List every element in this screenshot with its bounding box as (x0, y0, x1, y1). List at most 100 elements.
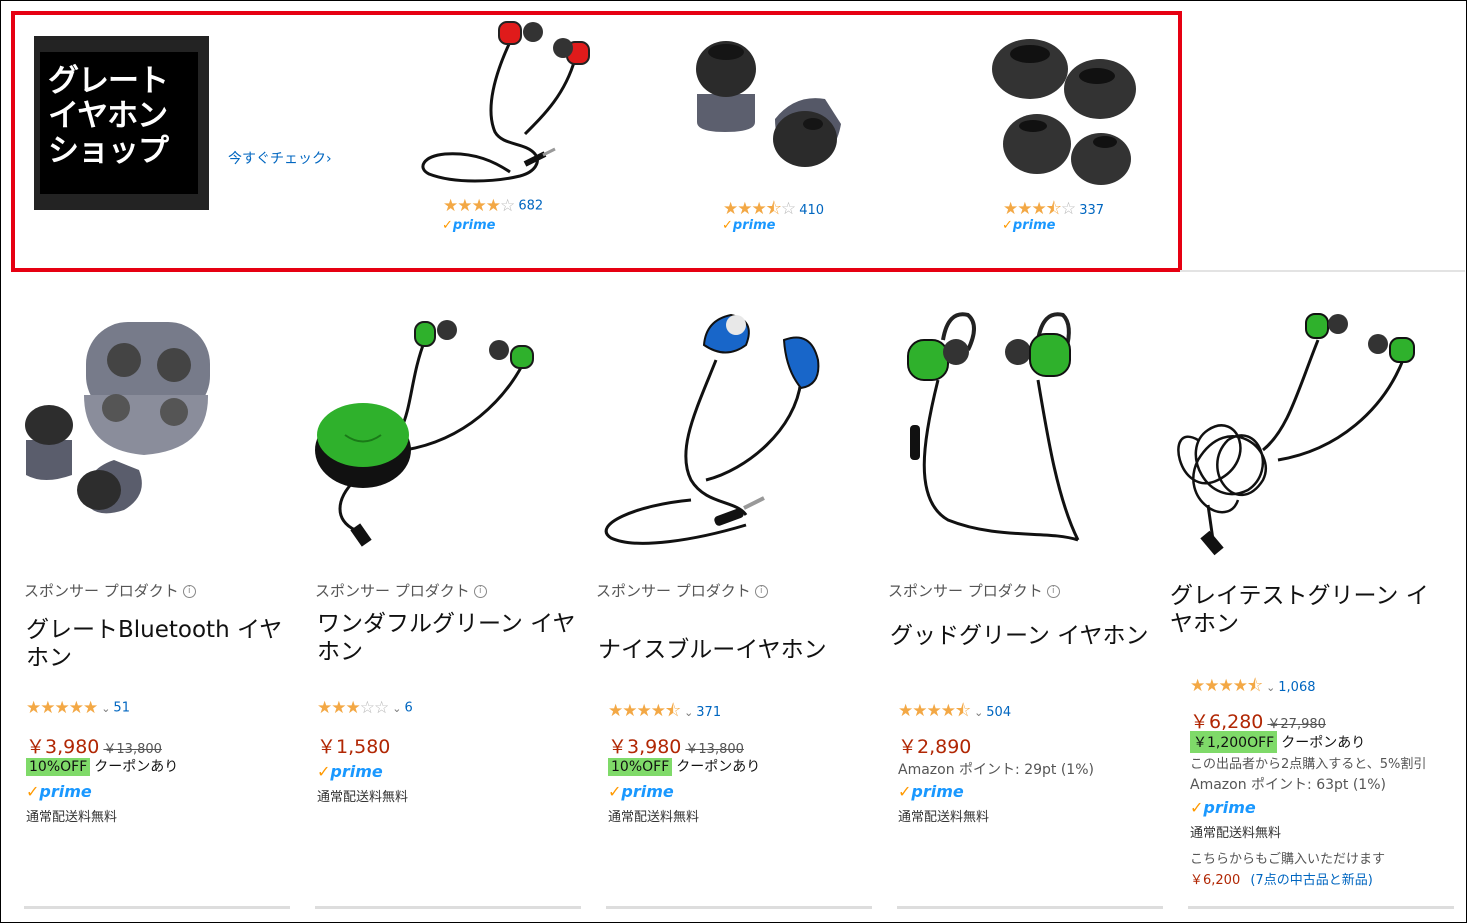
card-separator (1188, 906, 1454, 909)
earbud-tips-gray-image[interactable] (695, 14, 895, 189)
shipping-text: 通常配送料無料 (1190, 826, 1282, 841)
check-now-link[interactable]: 今すぐチェック› (228, 148, 332, 168)
coupon-text: クーポンあり (94, 759, 179, 775)
prime-badge: ✓prime (26, 782, 92, 801)
card-separator (315, 906, 581, 909)
amazon-points: Amazon ポイント: 29pt (1%) (898, 762, 1094, 778)
brand-logo[interactable]: グレート イヤホン ショップ (34, 36, 209, 210)
review-count[interactable]: 51 (113, 701, 130, 716)
chevron-down-icon[interactable]: ⌄ (684, 706, 693, 719)
product-card-1[interactable]: スポンサー プロダクト i グレートBluetooth イヤホン ★★★★★ ⌄ 51… (24, 300, 304, 900)
sponsored-label: スポンサー プロダクト i (596, 580, 768, 601)
product-card-3[interactable]: スポンサー プロダクト i ナイスブルーイヤホン ★★★★⯪ ⌄ 371 ￥3,980… (596, 300, 876, 900)
product-card-2[interactable]: スポンサー プロダクト i ワンダフルグリーン イヤホン ★★★☆☆ ⌄ 6 ￥1,5… (315, 300, 595, 900)
product-rating[interactable]: ★★★☆☆ ⌄ 6 (317, 698, 413, 718)
brand-logo-box: グレート イヤホン ショップ (40, 52, 198, 194)
prime-check-icon: ✓ (26, 782, 40, 801)
price-row[interactable]: ￥3,980 ￥13,800 (26, 732, 162, 759)
price-row[interactable]: ￥3,980 ￥13,800 (608, 732, 744, 759)
coupon-row[interactable]: 10%OFF クーポンあり (608, 756, 760, 776)
product-card-4[interactable]: スポンサー プロダクト i グッドグリーン イヤホン ★★★★⯪ ⌄ 504 ￥2,8… (888, 300, 1168, 900)
amazon-points: Amazon ポイント: 63pt (1%) (1190, 777, 1386, 793)
sponsored-label: スポンサー プロダクト i (888, 580, 1060, 601)
brand-logo-text: グレート イヤホン ショップ (48, 64, 198, 169)
product-card-5[interactable]: グレイテストグリーン イヤホン ★★★★⯪ ⌄ 1,068 ￥6,280 ￥27,98… (1168, 300, 1458, 900)
info-icon[interactable]: i (473, 585, 487, 598)
earbuds-case-image[interactable] (24, 300, 294, 560)
product-rating[interactable]: ★★★★⯪ ⌄ 371 (608, 698, 721, 727)
coupon-row[interactable]: ￥1,200OFF クーポンあり (1190, 731, 1365, 753)
multi-buy-discount: この出品者から2点購入すると、5%割引 (1190, 757, 1427, 772)
review-count[interactable]: 6 (404, 701, 412, 716)
banner-item-2[interactable]: ★★★⯪☆ 410 ✓prime (695, 14, 895, 244)
prime-badge: ✓prime (722, 218, 776, 233)
coupon-badge: 10%OFF (608, 758, 673, 776)
price-row[interactable]: ￥6,280 ￥27,980 (1190, 707, 1326, 734)
star-rating-icon: ★★★★☆ (443, 196, 515, 216)
shipping-text: 通常配送料無料 (26, 810, 118, 825)
coupon-badge: ￥1,200OFF (1190, 731, 1278, 753)
product-title[interactable]: ナイスブルーイヤホン (598, 636, 868, 664)
star-rating-icon: ★★★★★ (26, 698, 98, 718)
chevron-down-icon[interactable]: ⌄ (974, 706, 983, 719)
product-rating[interactable]: ★★★★★ ⌄ 51 (26, 698, 130, 718)
info-icon[interactable]: i (182, 585, 196, 598)
banner-item-3[interactable]: ★★★⯪☆ 337 ✓prime (975, 14, 1175, 244)
banner-item-rating[interactable]: ★★★★☆ 682 (443, 196, 543, 216)
banner-item-1[interactable]: ★★★★☆ 682 ✓prime (415, 14, 615, 244)
card-separator (897, 906, 1163, 909)
other-offers-row[interactable]: ￥6,200 (7点の中古品と新品) (1190, 869, 1373, 888)
list-price: ￥13,800 (103, 742, 162, 757)
review-count[interactable]: 371 (696, 705, 721, 720)
list-price: ￥13,800 (685, 742, 744, 757)
sponsored-label: スポンサー プロダクト i (24, 580, 196, 601)
chevron-down-icon[interactable]: ⌄ (392, 702, 401, 715)
card-separator (606, 906, 872, 909)
shipping-text: 通常配送料無料 (898, 810, 990, 825)
review-count[interactable]: 1,068 (1278, 680, 1315, 695)
prime-badge: ✓prime (442, 218, 496, 233)
info-icon[interactable]: i (1046, 585, 1060, 598)
other-offers-label: こちらからもご購入いただけます (1190, 852, 1386, 867)
prime-check-icon: ✓ (1002, 218, 1013, 233)
review-count[interactable]: 337 (1079, 203, 1104, 218)
list-price: ￥27,980 (1267, 717, 1326, 732)
prime-check-icon: ✓ (442, 218, 453, 233)
price-row[interactable]: ￥1,580 (317, 732, 390, 759)
star-rating-icon: ★★★★⯪ (898, 701, 971, 721)
product-title[interactable]: グッドグリーン イヤホン (890, 622, 1160, 650)
blue-earphones-image[interactable] (596, 300, 866, 560)
star-rating-icon: ★★★★⯪ (608, 701, 681, 721)
review-count[interactable]: 682 (518, 199, 543, 214)
star-rating-icon: ★★★☆☆ (317, 698, 389, 718)
chevron-down-icon[interactable]: ⌄ (1266, 681, 1275, 694)
sponsored-label: スポンサー プロダクト i (315, 580, 487, 601)
price-row[interactable]: ￥2,890 (898, 732, 971, 759)
tangled-green-earphones-image[interactable] (1168, 300, 1438, 560)
banner-divider (1180, 270, 1465, 272)
review-count[interactable]: 504 (986, 705, 1011, 720)
product-title[interactable]: グレートBluetooth イヤホン (26, 616, 296, 672)
green-earphones-reel-image[interactable] (315, 300, 585, 560)
coupon-row[interactable]: 10%OFF クーポンあり (26, 756, 178, 776)
review-count[interactable]: 410 (799, 203, 824, 218)
red-earphones-image[interactable] (415, 14, 615, 189)
coupon-badge: 10%OFF (26, 758, 91, 776)
info-icon[interactable]: i (754, 585, 768, 598)
prime-check-icon: ✓ (1190, 798, 1204, 817)
other-offers-link[interactable]: (7点の中古品と新品) (1250, 873, 1372, 888)
chevron-down-icon[interactable]: ⌄ (101, 702, 110, 715)
shipping-text: 通常配送料無料 (608, 810, 700, 825)
star-rating-icon: ★★★★⯪ (1190, 676, 1263, 696)
price: ￥1,580 (317, 736, 391, 758)
product-rating[interactable]: ★★★★⯪ ⌄ 1,068 (1190, 673, 1316, 702)
coupon-text: クーポンあり (676, 759, 761, 775)
earbud-tips-black-image[interactable] (975, 14, 1175, 189)
other-offers-price: ￥6,200 (1190, 873, 1241, 888)
product-rating[interactable]: ★★★★⯪ ⌄ 504 (898, 698, 1011, 727)
price: ￥6,280 (1190, 711, 1264, 733)
logo-line-2: イヤホン (48, 98, 168, 134)
product-title[interactable]: ワンダフルグリーン イヤホン (317, 610, 587, 666)
green-sport-earphones-image[interactable] (888, 300, 1158, 560)
product-title[interactable]: グレイテストグリーン イヤホン (1170, 582, 1430, 638)
